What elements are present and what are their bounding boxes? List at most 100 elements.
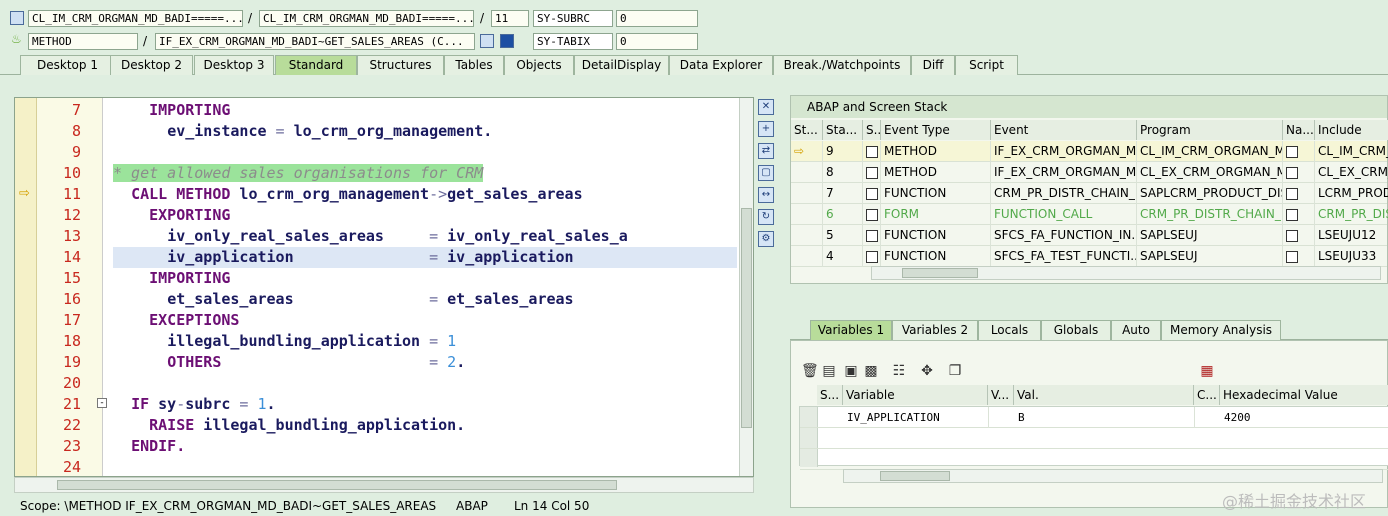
- event-name[interactable]: IF_EX_CRM_ORGMAN_M...: [991, 162, 1137, 183]
- navigate-icon[interactable]: [1283, 141, 1315, 162]
- event-name[interactable]: SFCS_FA_FUNCTION_IN...: [991, 225, 1137, 246]
- program-name[interactable]: SAPLSEUJ: [1137, 225, 1283, 246]
- close-icon[interactable]: ✕: [758, 99, 774, 115]
- scroll-thumb[interactable]: [902, 268, 978, 278]
- tab-auto[interactable]: Auto: [1111, 320, 1161, 340]
- editor-vertical-scrollbar[interactable]: [739, 98, 753, 476]
- column-header[interactable]: V...: [988, 385, 1014, 405]
- tab-tables[interactable]: Tables: [444, 55, 504, 75]
- delete-icon[interactable]: 🗑: [801, 363, 819, 379]
- program-name[interactable]: CL_IM_CRM_ORGMAN_M...: [1137, 141, 1283, 162]
- include-name[interactable]: LSEUJU12: [1315, 225, 1388, 246]
- move-icon[interactable]: ✥: [919, 363, 935, 379]
- maximize-icon[interactable]: ▢: [758, 165, 774, 181]
- column-header[interactable]: Event Type: [881, 120, 991, 140]
- variable-hex[interactable]: 4200: [1221, 407, 1388, 428]
- scroll-thumb[interactable]: [741, 208, 752, 428]
- stack-row[interactable]: 7 FUNCTION CRM_PR_DISTR_CHAIN_... SAPLCRM_P…: [791, 183, 1388, 204]
- include-name[interactable]: LCRM_PRODU: [1315, 183, 1388, 204]
- include-name[interactable]: CL_IM_CRM_(: [1315, 141, 1388, 162]
- program-name[interactable]: SAPLCRM_PRODUCT_DIS...: [1137, 183, 1283, 204]
- stack-row[interactable]: 6 FORM FUNCTION_CALL CRM_PR_DISTR_CHAIN_...…: [791, 204, 1388, 225]
- event-name[interactable]: SFCS_FA_TEST_FUNCTI...: [991, 246, 1137, 267]
- tab-objects[interactable]: Objects: [504, 55, 574, 75]
- stack-row[interactable]: 5 FUNCTION SFCS_FA_FUNCTION_IN... SAPLSEUJ L…: [791, 225, 1387, 246]
- column-header[interactable]: S...: [863, 120, 881, 140]
- variables-scrollbar[interactable]: [843, 469, 1383, 483]
- tree-icon[interactable]: ☷: [891, 363, 907, 379]
- tab-memory-analysis[interactable]: Memory Analysis: [1161, 320, 1281, 340]
- include-name[interactable]: LSEUJU33: [1315, 246, 1388, 267]
- event-name[interactable]: CRM_PR_DISTR_CHAIN_...: [991, 183, 1137, 204]
- scroll-thumb[interactable]: [57, 480, 617, 490]
- info-icon[interactable]: [500, 34, 514, 48]
- services-icon[interactable]: ⚙: [758, 231, 774, 247]
- table-row[interactable]: [800, 428, 1388, 449]
- append-icon[interactable]: ▣: [843, 363, 859, 379]
- include-name[interactable]: CL_EX_CRM_: [1315, 162, 1388, 183]
- copy-icon[interactable]: ❐: [947, 363, 963, 379]
- column-header[interactable]: Hexadecimal Value: [1220, 385, 1388, 405]
- save-icon[interactable]: ▦: [1199, 363, 1215, 379]
- tab-standard[interactable]: Standard: [275, 55, 357, 75]
- column-header[interactable]: S...: [817, 385, 843, 405]
- insert-icon[interactable]: ▩: [863, 363, 879, 379]
- tab-data-explorer[interactable]: Data Explorer: [669, 55, 773, 75]
- class-name-field-2[interactable]: CL_IM_CRM_ORGMAN_MD_BADI=====...: [259, 10, 474, 27]
- include-name[interactable]: CRM_PR_DIS: [1315, 204, 1388, 225]
- tab-globals[interactable]: Globals: [1041, 320, 1111, 340]
- column-header[interactable]: Val.: [1014, 385, 1194, 405]
- column-header[interactable]: St...: [791, 120, 823, 140]
- program-name[interactable]: SAPLSEUJ: [1137, 246, 1283, 267]
- tab-structures[interactable]: Structures: [357, 55, 444, 75]
- code-editor[interactable]: 7 8 9 10 11 12 13 14 15 16 17 18 19 20 2…: [14, 97, 754, 477]
- column-header[interactable]: Include: [1315, 120, 1388, 140]
- table-row[interactable]: IV_APPLICATION B 4200: [800, 407, 1388, 428]
- column-header[interactable]: Na...: [1283, 120, 1315, 140]
- tab-locals[interactable]: Locals: [978, 320, 1041, 340]
- display-icon[interactable]: [480, 34, 494, 48]
- column-header[interactable]: Variable: [843, 385, 988, 405]
- tab-variables-2[interactable]: Variables 2: [892, 320, 978, 340]
- swap-tool-icon[interactable]: ⇄: [758, 143, 774, 159]
- program-name[interactable]: CRM_PR_DISTR_CHAIN_...: [1137, 204, 1283, 225]
- detail-icon[interactable]: ▤: [821, 363, 837, 379]
- event-name[interactable]: FUNCTION_CALL: [991, 204, 1137, 225]
- breakpoint-gutter[interactable]: [15, 98, 37, 476]
- navigate-icon[interactable]: [1283, 246, 1315, 267]
- navigate-icon[interactable]: [1283, 225, 1315, 246]
- method-name-field[interactable]: IF_EX_CRM_ORGMAN_MD_BADI~GET_SALES_AREAS…: [155, 33, 475, 50]
- program-name[interactable]: CL_EX_CRM_ORGMAN_M...: [1137, 162, 1283, 183]
- new-tool-icon[interactable]: +: [758, 121, 774, 137]
- class-name-field[interactable]: CL_IM_CRM_ORGMAN_MD_BADI=====...: [28, 10, 243, 27]
- stack-row[interactable]: 8 METHOD IF_EX_CRM_ORGMAN_M... CL_EX_CRM_OR…: [791, 162, 1388, 183]
- event-type-field[interactable]: METHOD: [28, 33, 138, 50]
- tab-breakpoints[interactable]: Break./Watchpoints: [773, 55, 911, 75]
- column-header[interactable]: Event: [991, 120, 1137, 140]
- variable-value[interactable]: B: [1015, 407, 1195, 428]
- variable-name[interactable]: IV_APPLICATION: [844, 407, 989, 428]
- editor-horizontal-scrollbar[interactable]: [14, 477, 754, 493]
- tab-detail-display[interactable]: DetailDisplay: [574, 55, 669, 75]
- event-name[interactable]: IF_EX_CRM_ORGMAN_M...: [991, 141, 1137, 162]
- refresh-icon[interactable]: ↻: [758, 209, 774, 225]
- navigate-icon[interactable]: [1283, 204, 1315, 225]
- navigate-icon[interactable]: [1283, 162, 1315, 183]
- tab-diff[interactable]: Diff: [911, 55, 955, 75]
- collapse-icon[interactable]: -: [97, 398, 107, 408]
- line-number-field[interactable]: 11: [491, 10, 529, 27]
- stack-row[interactable]: ⇨ 9 METHOD IF_EX_CRM_ORGMAN_M... CL_IM_CRM_O…: [791, 141, 1388, 162]
- stack-row[interactable]: 4 FUNCTION SFCS_FA_TEST_FUNCTI... SAPLSEUJ L…: [791, 246, 1387, 267]
- tab-desktop-1[interactable]: Desktop 1: [20, 55, 115, 75]
- column-header[interactable]: Sta...: [823, 120, 863, 140]
- tab-desktop-3[interactable]: Desktop 3: [194, 55, 274, 75]
- table-row[interactable]: [800, 449, 1388, 470]
- stack-scrollbar[interactable]: [871, 266, 1381, 280]
- tab-variables-1[interactable]: Variables 1: [810, 320, 892, 340]
- navigate-icon[interactable]: [1283, 183, 1315, 204]
- restore-icon[interactable]: ↔: [758, 187, 774, 203]
- scroll-thumb[interactable]: [880, 471, 950, 481]
- tab-script[interactable]: Script: [955, 55, 1018, 75]
- column-header[interactable]: C...: [1194, 385, 1220, 405]
- tab-desktop-2[interactable]: Desktop 2: [110, 55, 193, 75]
